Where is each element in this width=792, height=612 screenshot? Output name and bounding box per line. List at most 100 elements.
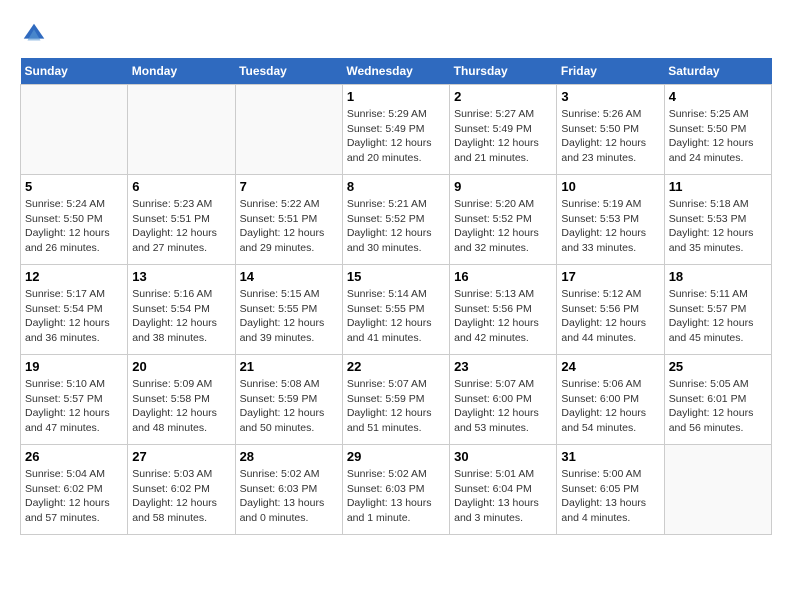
- day-cell: 12 Sunrise: 5:17 AM Sunset: 5:54 PM Dayli…: [21, 265, 128, 355]
- day-info: Sunrise: 5:03 AM Sunset: 6:02 PM Dayligh…: [132, 467, 230, 526]
- day-cell: [664, 445, 771, 535]
- day-cell: 24 Sunrise: 5:06 AM Sunset: 6:00 PM Dayli…: [557, 355, 664, 445]
- day-info: Sunrise: 5:15 AM Sunset: 5:55 PM Dayligh…: [240, 287, 338, 346]
- calendar-header: Sunday Monday Tuesday Wednesday Thursday…: [21, 58, 772, 85]
- day-info: Sunrise: 5:12 AM Sunset: 5:56 PM Dayligh…: [561, 287, 659, 346]
- day-number: 23: [454, 359, 552, 374]
- day-cell: [21, 85, 128, 175]
- day-info: Sunrise: 5:14 AM Sunset: 5:55 PM Dayligh…: [347, 287, 445, 346]
- day-info: Sunrise: 5:19 AM Sunset: 5:53 PM Dayligh…: [561, 197, 659, 256]
- day-cell: 11 Sunrise: 5:18 AM Sunset: 5:53 PM Dayli…: [664, 175, 771, 265]
- day-number: 1: [347, 89, 445, 104]
- day-number: 31: [561, 449, 659, 464]
- day-info: Sunrise: 5:22 AM Sunset: 5:51 PM Dayligh…: [240, 197, 338, 256]
- day-cell: 15 Sunrise: 5:14 AM Sunset: 5:55 PM Dayli…: [342, 265, 449, 355]
- day-number: 28: [240, 449, 338, 464]
- day-info: Sunrise: 5:23 AM Sunset: 5:51 PM Dayligh…: [132, 197, 230, 256]
- day-number: 16: [454, 269, 552, 284]
- day-info: Sunrise: 5:18 AM Sunset: 5:53 PM Dayligh…: [669, 197, 767, 256]
- day-number: 4: [669, 89, 767, 104]
- day-number: 3: [561, 89, 659, 104]
- day-info: Sunrise: 5:06 AM Sunset: 6:00 PM Dayligh…: [561, 377, 659, 436]
- week-row-3: 12 Sunrise: 5:17 AM Sunset: 5:54 PM Dayli…: [21, 265, 772, 355]
- day-number: 15: [347, 269, 445, 284]
- day-info: Sunrise: 5:17 AM Sunset: 5:54 PM Dayligh…: [25, 287, 123, 346]
- day-info: Sunrise: 5:02 AM Sunset: 6:03 PM Dayligh…: [240, 467, 338, 526]
- day-info: Sunrise: 5:01 AM Sunset: 6:04 PM Dayligh…: [454, 467, 552, 526]
- day-cell: 1 Sunrise: 5:29 AM Sunset: 5:49 PM Daylig…: [342, 85, 449, 175]
- day-cell: 17 Sunrise: 5:12 AM Sunset: 5:56 PM Dayli…: [557, 265, 664, 355]
- day-number: 17: [561, 269, 659, 284]
- day-number: 22: [347, 359, 445, 374]
- col-thursday: Thursday: [450, 58, 557, 85]
- day-info: Sunrise: 5:04 AM Sunset: 6:02 PM Dayligh…: [25, 467, 123, 526]
- day-info: Sunrise: 5:07 AM Sunset: 5:59 PM Dayligh…: [347, 377, 445, 436]
- day-number: 24: [561, 359, 659, 374]
- day-cell: 20Sunrise: 5:09 AM Sunset: 5:58 PM Dayli…: [128, 355, 235, 445]
- day-cell: [128, 85, 235, 175]
- day-number: 27: [132, 449, 230, 464]
- day-info: Sunrise: 5:07 AM Sunset: 6:00 PM Dayligh…: [454, 377, 552, 436]
- day-cell: 13 Sunrise: 5:16 AM Sunset: 5:54 PM Dayli…: [128, 265, 235, 355]
- day-cell: 19 Sunrise: 5:10 AM Sunset: 5:57 PM Dayli…: [21, 355, 128, 445]
- day-info: Sunrise: 5:00 AM Sunset: 6:05 PM Dayligh…: [561, 467, 659, 526]
- day-info: Sunrise: 5:24 AM Sunset: 5:50 PM Dayligh…: [25, 197, 123, 256]
- day-number: 19: [25, 359, 123, 374]
- day-cell: 27 Sunrise: 5:03 AM Sunset: 6:02 PM Dayli…: [128, 445, 235, 535]
- col-monday: Monday: [128, 58, 235, 85]
- day-cell: 21 Sunrise: 5:08 AM Sunset: 5:59 PM Dayli…: [235, 355, 342, 445]
- day-cell: 22 Sunrise: 5:07 AM Sunset: 5:59 PM Dayli…: [342, 355, 449, 445]
- day-number: 25: [669, 359, 767, 374]
- day-number: 12: [25, 269, 123, 284]
- day-cell: 9 Sunrise: 5:20 AM Sunset: 5:52 PM Daylig…: [450, 175, 557, 265]
- day-number: 5: [25, 179, 123, 194]
- day-info: Sunrise: 5:20 AM Sunset: 5:52 PM Dayligh…: [454, 197, 552, 256]
- day-number: 6: [132, 179, 230, 194]
- day-number: 2: [454, 89, 552, 104]
- col-sunday: Sunday: [21, 58, 128, 85]
- day-cell: 28 Sunrise: 5:02 AM Sunset: 6:03 PM Dayli…: [235, 445, 342, 535]
- day-info: Sunrise: 5:29 AM Sunset: 5:49 PM Dayligh…: [347, 107, 445, 166]
- week-row-2: 5 Sunrise: 5:24 AM Sunset: 5:50 PM Daylig…: [21, 175, 772, 265]
- page-header: [20, 20, 772, 48]
- day-info: Sunrise: 5:21 AM Sunset: 5:52 PM Dayligh…: [347, 197, 445, 256]
- day-info: Sunrise: 5:27 AM Sunset: 5:49 PM Dayligh…: [454, 107, 552, 166]
- day-number: 10: [561, 179, 659, 194]
- day-number: 30: [454, 449, 552, 464]
- day-cell: 2 Sunrise: 5:27 AM Sunset: 5:49 PM Daylig…: [450, 85, 557, 175]
- week-row-4: 19 Sunrise: 5:10 AM Sunset: 5:57 PM Dayli…: [21, 355, 772, 445]
- day-cell: 23 Sunrise: 5:07 AM Sunset: 6:00 PM Dayli…: [450, 355, 557, 445]
- logo: [20, 20, 50, 48]
- day-number: 26: [25, 449, 123, 464]
- day-cell: 10 Sunrise: 5:19 AM Sunset: 5:53 PM Dayli…: [557, 175, 664, 265]
- day-info: Sunrise: 5:05 AM Sunset: 6:01 PM Dayligh…: [669, 377, 767, 436]
- col-wednesday: Wednesday: [342, 58, 449, 85]
- day-cell: 31 Sunrise: 5:00 AM Sunset: 6:05 PM Dayli…: [557, 445, 664, 535]
- day-info: Sunrise: 5:08 AM Sunset: 5:59 PM Dayligh…: [240, 377, 338, 436]
- day-number: 20: [132, 359, 230, 374]
- day-number: 11: [669, 179, 767, 194]
- day-cell: 16 Sunrise: 5:13 AM Sunset: 5:56 PM Dayli…: [450, 265, 557, 355]
- col-friday: Friday: [557, 58, 664, 85]
- day-cell: 26 Sunrise: 5:04 AM Sunset: 6:02 PM Dayli…: [21, 445, 128, 535]
- day-number: 9: [454, 179, 552, 194]
- day-number: 13: [132, 269, 230, 284]
- logo-icon: [20, 20, 48, 48]
- day-cell: 8Sunrise: 5:21 AM Sunset: 5:52 PM Daylig…: [342, 175, 449, 265]
- day-number: 7: [240, 179, 338, 194]
- col-saturday: Saturday: [664, 58, 771, 85]
- day-cell: 3 Sunrise: 5:26 AM Sunset: 5:50 PM Daylig…: [557, 85, 664, 175]
- day-number: 18: [669, 269, 767, 284]
- day-cell: 29Sunrise: 5:02 AM Sunset: 6:03 PM Dayli…: [342, 445, 449, 535]
- day-info: Sunrise: 5:13 AM Sunset: 5:56 PM Dayligh…: [454, 287, 552, 346]
- day-cell: 14Sunrise: 5:15 AM Sunset: 5:55 PM Dayli…: [235, 265, 342, 355]
- day-info: Sunrise: 5:26 AM Sunset: 5:50 PM Dayligh…: [561, 107, 659, 166]
- day-info: Sunrise: 5:16 AM Sunset: 5:54 PM Dayligh…: [132, 287, 230, 346]
- day-cell: [235, 85, 342, 175]
- day-info: Sunrise: 5:10 AM Sunset: 5:57 PM Dayligh…: [25, 377, 123, 436]
- day-cell: 4 Sunrise: 5:25 AM Sunset: 5:50 PM Daylig…: [664, 85, 771, 175]
- day-cell: 6 Sunrise: 5:23 AM Sunset: 5:51 PM Daylig…: [128, 175, 235, 265]
- day-info: Sunrise: 5:25 AM Sunset: 5:50 PM Dayligh…: [669, 107, 767, 166]
- header-row: Sunday Monday Tuesday Wednesday Thursday…: [21, 58, 772, 85]
- day-number: 21: [240, 359, 338, 374]
